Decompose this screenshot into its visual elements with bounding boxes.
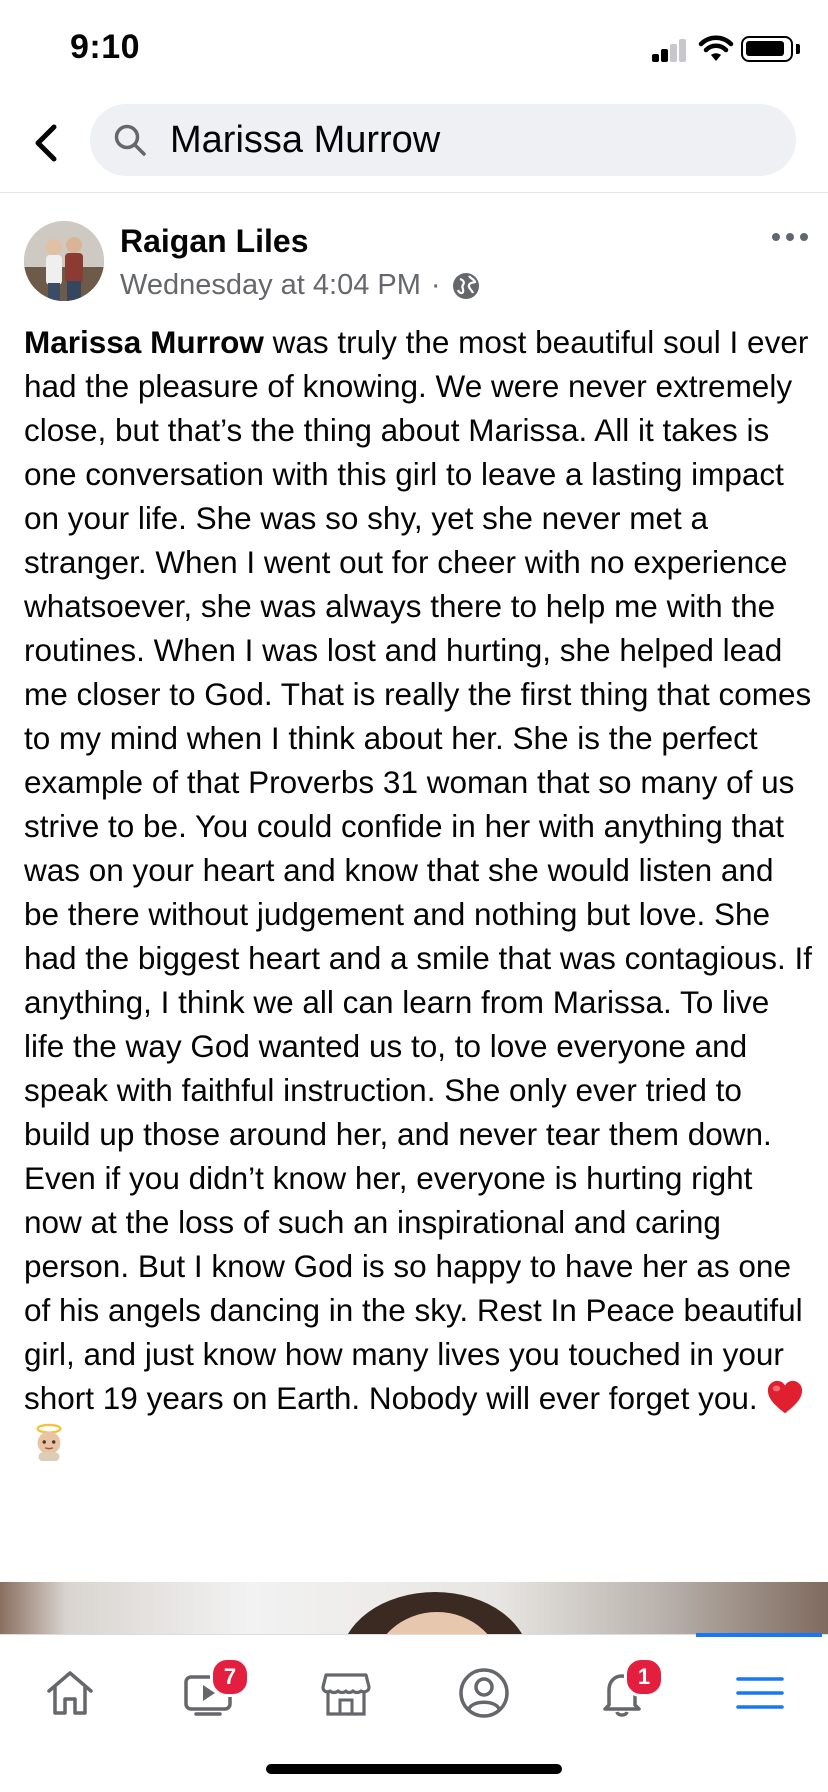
watch-badge: 7 bbox=[210, 1657, 250, 1697]
home-icon bbox=[47, 1671, 93, 1715]
avatar-photo bbox=[24, 221, 104, 301]
globe-icon bbox=[452, 272, 479, 299]
status-time: 9:10 bbox=[70, 28, 141, 66]
red-heart-emoji bbox=[768, 1380, 803, 1414]
status-bar: 9:10 bbox=[0, 0, 828, 96]
signal-icon bbox=[652, 38, 688, 62]
shop-icon bbox=[321, 1673, 371, 1716]
nav-profile[interactable] bbox=[438, 1653, 526, 1729]
battery-nub bbox=[796, 44, 800, 54]
more-dots-icon bbox=[772, 233, 780, 241]
baby-angel-emoji bbox=[36, 1423, 62, 1461]
post-timestamp[interactable]: Wednesday at 4:04 PM bbox=[120, 269, 421, 302]
meta-separator: · bbox=[430, 269, 441, 301]
post-text: Marissa Murrow was truly the most beauti… bbox=[24, 320, 814, 1464]
back-button[interactable] bbox=[26, 118, 70, 168]
menu-icon bbox=[736, 1677, 784, 1709]
search-query: Marissa Murrow bbox=[170, 119, 441, 161]
home-indicator[interactable] bbox=[266, 1764, 562, 1774]
more-options-button[interactable] bbox=[768, 221, 812, 251]
post-body: was truly the most beautiful soul I ever… bbox=[24, 324, 812, 1416]
search-header: Marissa Murrow bbox=[0, 96, 828, 193]
nav-watch[interactable]: 7 bbox=[162, 1653, 250, 1729]
post-photo[interactable] bbox=[0, 1582, 828, 1634]
nav-menu[interactable] bbox=[714, 1653, 802, 1729]
bottom-nav: 7 1 bbox=[0, 1633, 828, 1747]
avatar[interactable] bbox=[24, 221, 104, 301]
notifications-badge: 1 bbox=[624, 1657, 664, 1697]
nav-home[interactable] bbox=[24, 1653, 112, 1729]
more-dot bbox=[786, 233, 794, 241]
search-input[interactable]: Marissa Murrow bbox=[90, 104, 796, 176]
post-meta: Wednesday at 4:04 PM · bbox=[120, 269, 481, 302]
author-name[interactable]: Raigan Liles bbox=[120, 223, 309, 260]
wifi-icon bbox=[698, 35, 734, 61]
active-tab-indicator bbox=[696, 1633, 822, 1637]
battery-icon bbox=[741, 36, 793, 62]
mention-link[interactable]: Marissa Murrow bbox=[24, 324, 264, 360]
back-chevron-icon bbox=[35, 124, 57, 162]
more-dot bbox=[800, 233, 808, 241]
nav-marketplace[interactable] bbox=[300, 1653, 388, 1729]
profile-icon bbox=[459, 1668, 509, 1718]
nav-notifications[interactable]: 1 bbox=[576, 1653, 664, 1729]
search-icon bbox=[114, 124, 146, 156]
